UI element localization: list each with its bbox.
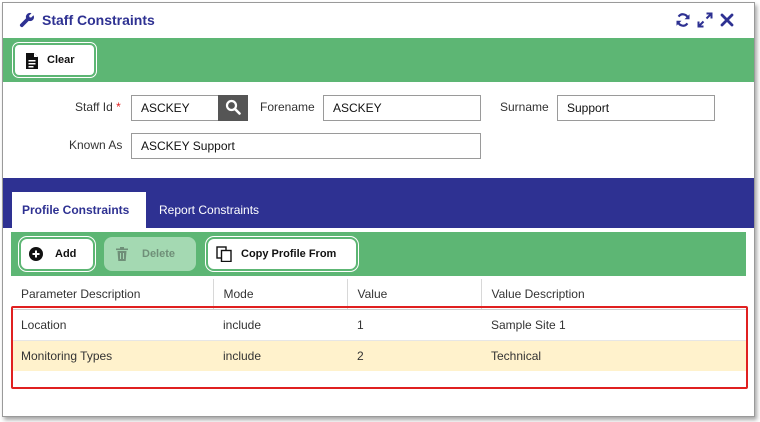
plus-circle-icon — [29, 247, 43, 261]
search-icon — [225, 99, 241, 118]
tab-report-constraints[interactable]: Report Constraints — [159, 192, 259, 228]
copy-icon — [216, 246, 232, 263]
known-as-label: Known As — [69, 138, 123, 152]
forename-label: Forename — [260, 100, 315, 114]
known-as-field[interactable]: ASCKEY Support — [131, 133, 481, 159]
forename-field[interactable]: ASCKEY — [323, 95, 481, 121]
staff-id-field[interactable]: ASCKEY — [131, 95, 219, 121]
close-icon[interactable] — [719, 12, 735, 28]
window-title: Staff Constraints — [42, 12, 155, 28]
main-toolbar: Clear — [3, 38, 754, 82]
delete-button-label: Delete — [142, 248, 176, 260]
trash-icon — [116, 247, 128, 261]
column-header-value-description[interactable]: Value Description — [480, 279, 746, 310]
column-header-mode[interactable]: Mode — [212, 279, 347, 310]
constraints-toolbar: Add Delete Copy Profile From — [11, 232, 746, 276]
delete-button[interactable]: Delete — [104, 237, 196, 271]
required-marker: * — [116, 100, 121, 114]
table-header-row: Parameter Description Mode Value Value D… — [11, 279, 746, 310]
add-button[interactable]: Add — [19, 237, 95, 271]
tab-bar: Profile Constraints Report Constraints — [3, 178, 754, 228]
expand-icon[interactable] — [697, 12, 713, 28]
copy-profile-from-button[interactable]: Copy Profile From — [206, 237, 358, 271]
tab-profile-constraints[interactable]: Profile Constraints — [12, 192, 146, 228]
clear-button[interactable]: Clear — [13, 43, 96, 77]
title-bar: Staff Constraints — [3, 3, 754, 37]
refresh-icon[interactable] — [675, 12, 691, 28]
document-icon — [25, 53, 39, 69]
staff-search-button[interactable] — [218, 95, 248, 121]
column-header-parameter-description[interactable]: Parameter Description — [11, 279, 213, 310]
surname-field[interactable]: Support — [557, 95, 715, 121]
staff-id-label: Staff Id * — [75, 100, 121, 114]
highlight-rows-box — [11, 306, 748, 389]
add-button-label: Add — [55, 248, 77, 260]
column-header-value[interactable]: Value — [346, 279, 481, 310]
wrench-icon — [19, 12, 35, 28]
staff-constraints-window: Staff Constraints Clear Staff Id * ASCKE… — [2, 2, 755, 417]
copy-profile-from-label: Copy Profile From — [241, 248, 337, 260]
clear-button-label: Clear — [47, 54, 75, 66]
surname-label: Surname — [500, 100, 549, 114]
